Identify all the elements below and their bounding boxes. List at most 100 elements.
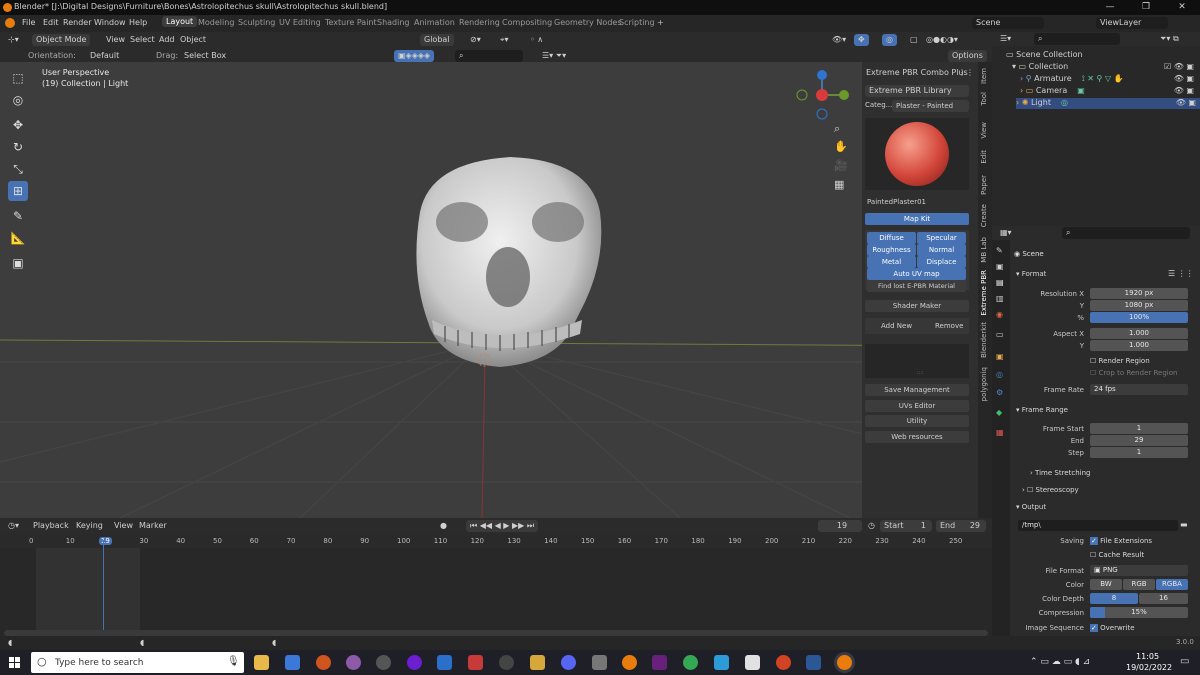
shader-maker-section[interactable]: Shader Maker bbox=[865, 300, 969, 312]
view-layer-tab-icon[interactable]: ▥ bbox=[996, 294, 1004, 303]
tab-texture-paint[interactable]: Texture Paint bbox=[325, 18, 377, 27]
blender-taskbar-icon-1[interactable] bbox=[622, 655, 637, 670]
search-field[interactable]: ⌕ bbox=[455, 50, 523, 62]
add-new-button[interactable]: Add New bbox=[881, 322, 912, 330]
app-icon-7[interactable] bbox=[468, 655, 483, 670]
frame-end-field[interactable]: 29 bbox=[1090, 435, 1188, 446]
scene-selector[interactable]: Scene bbox=[972, 17, 1044, 29]
world-tab-icon[interactable]: ▭ bbox=[996, 330, 1004, 339]
app-icon-8[interactable] bbox=[499, 655, 514, 670]
remove-button[interactable]: Remove bbox=[935, 322, 963, 330]
properties-search[interactable]: ⌕ bbox=[1062, 227, 1190, 239]
utility-section[interactable]: Utility bbox=[865, 415, 969, 427]
scene-collection-row[interactable]: ▭ Scene Collection bbox=[1006, 50, 1083, 59]
word-icon[interactable] bbox=[806, 655, 821, 670]
rotate-tool-icon[interactable]: ↻ bbox=[8, 137, 28, 157]
snap-icon[interactable]: ⌖▾ bbox=[500, 34, 509, 46]
menu-window[interactable]: Window bbox=[94, 18, 126, 27]
playback-controls-icon[interactable]: ⏮ ◀◀ ◀ ▶ ▶▶ ⏭ bbox=[466, 520, 539, 532]
data-tab-icon[interactable]: ◆ bbox=[996, 408, 1002, 417]
output-tab-icon[interactable]: ▤ bbox=[996, 278, 1004, 287]
res-x-field[interactable]: 1920 px bbox=[1090, 288, 1188, 299]
visibility-icon[interactable]: 👁▾ bbox=[832, 34, 846, 46]
menu-edit[interactable]: Edit bbox=[43, 18, 59, 27]
3d-viewport[interactable]: User Perspective (19) Collection | Light… bbox=[0, 62, 978, 518]
depth-16-option[interactable]: 16 bbox=[1139, 593, 1188, 604]
output-path-field[interactable]: /tmp\ bbox=[1018, 520, 1178, 531]
move-tool-icon[interactable]: ✥ bbox=[8, 115, 28, 135]
color-rgba-option[interactable]: RGBA bbox=[1156, 579, 1188, 590]
app-icon-9[interactable] bbox=[530, 655, 545, 670]
overlay-icon[interactable]: ◎ bbox=[882, 34, 897, 46]
object-tab-icon[interactable]: ▣ bbox=[996, 352, 1004, 361]
tab-shading[interactable]: Shading bbox=[377, 18, 410, 27]
cache-result-checkbox[interactable]: ☐ Cache Result bbox=[1090, 551, 1144, 559]
app-icon-4[interactable] bbox=[376, 655, 391, 670]
orientation-dropdown[interactable]: Default bbox=[90, 50, 119, 62]
navigation-gizmo[interactable] bbox=[796, 70, 849, 120]
map-roughness-button[interactable]: Roughness bbox=[867, 244, 916, 256]
color-bw-option[interactable]: BW bbox=[1090, 579, 1122, 590]
skull-model[interactable] bbox=[416, 157, 602, 367]
app-icon-2[interactable] bbox=[316, 655, 331, 670]
end-field[interactable]: End 29 bbox=[936, 520, 986, 532]
shading-modes-icon[interactable]: ◎●◐◑▾ bbox=[926, 34, 958, 46]
camera-eye-icon[interactable]: 👁 ▣ bbox=[1174, 86, 1194, 95]
options-dropdown[interactable]: Options bbox=[948, 50, 987, 62]
ortho-grid-icon[interactable]: ▦ bbox=[834, 178, 844, 191]
armature-eye-icon[interactable]: 👁 ▣ bbox=[1174, 74, 1194, 83]
menu-help[interactable]: Help bbox=[129, 18, 147, 27]
app-icon-6[interactable] bbox=[437, 655, 452, 670]
light-eye-icon[interactable]: 👁 ▣ bbox=[1176, 98, 1196, 107]
constraints-tab-icon[interactable]: ⚙ bbox=[996, 388, 1003, 397]
transform-orientation[interactable]: Global bbox=[420, 34, 454, 46]
tab-polygoniq[interactable]: polygoniq bbox=[980, 367, 988, 401]
tab-tool[interactable]: Tool bbox=[980, 92, 988, 106]
select-mode-icon[interactable]: ▣◈◈◈◈ bbox=[394, 50, 435, 62]
tab-modeling[interactable]: Modeling bbox=[198, 18, 234, 27]
tab-animation[interactable]: Animation bbox=[414, 18, 455, 27]
frame-rate-dropdown[interactable]: 24 fps bbox=[1090, 384, 1188, 395]
output-panel-header[interactable]: ▾ Output bbox=[1016, 503, 1046, 511]
tab-layout[interactable]: Layout bbox=[162, 16, 198, 27]
map-normal-button[interactable]: Normal bbox=[917, 244, 966, 256]
camera-view-icon[interactable]: 🎥 bbox=[834, 159, 848, 172]
format-panel-header[interactable]: ▾ Format bbox=[1016, 270, 1046, 278]
maximize-button[interactable]: ❐ bbox=[1128, 0, 1164, 15]
menu-object[interactable]: Object bbox=[180, 34, 206, 46]
menu-view[interactable]: View bbox=[106, 34, 125, 46]
annotate-tool-icon[interactable]: ✎ bbox=[8, 206, 28, 226]
tab-rendering[interactable]: Rendering bbox=[459, 18, 500, 27]
uvs-editor-section[interactable]: UVs Editor bbox=[865, 400, 969, 412]
time-stretching-panel-header[interactable]: › Time Stretching bbox=[1030, 469, 1090, 477]
timeline-editor-type-icon[interactable]: ◷▾ bbox=[8, 520, 19, 532]
menu-file[interactable]: File bbox=[22, 18, 35, 27]
tab-geometry-nodes[interactable]: Geometry Nodes bbox=[554, 18, 621, 27]
tab-extreme-pbr[interactable]: Extreme PBR bbox=[980, 270, 988, 316]
app-icon-11[interactable] bbox=[714, 655, 729, 670]
texture-tab-icon[interactable]: ▦ bbox=[996, 428, 1004, 437]
minimize-button[interactable]: — bbox=[1092, 0, 1128, 15]
tab-blenderkit[interactable]: Blenderkit bbox=[980, 322, 988, 358]
scale-tool-icon[interactable]: ⤡ bbox=[8, 159, 28, 179]
pan-hand-icon[interactable]: ✋ bbox=[834, 140, 848, 153]
visibility-eye-icon[interactable]: ☑ 👁 ▣ bbox=[1164, 62, 1194, 71]
add-cube-tool-icon[interactable]: ▣ bbox=[8, 253, 28, 273]
outliner-filter-icon[interactable]: ⏷▾ ⧉ bbox=[1160, 33, 1179, 45]
editor-type-icon[interactable]: ⊹▾ bbox=[8, 34, 19, 46]
aspect-y-field[interactable]: 1.000 bbox=[1090, 340, 1188, 351]
app-icon-1[interactable] bbox=[285, 655, 300, 670]
tab-item[interactable]: Item bbox=[980, 68, 988, 84]
filter-icon[interactable]: ☰▾ ⏷▾ bbox=[542, 50, 566, 62]
tab-scripting[interactable]: Scripting bbox=[619, 18, 655, 27]
chrome-icon[interactable] bbox=[683, 655, 698, 670]
folder-icon[interactable]: ▬ bbox=[1180, 520, 1188, 529]
microphone-icon[interactable]: 🎙 bbox=[227, 656, 240, 667]
properties-editor-icon[interactable]: ▦▾ bbox=[1000, 227, 1012, 239]
material-preview[interactable] bbox=[865, 118, 969, 190]
system-tray-icons[interactable]: ⌃ ▭ ☁ ▭ ◖ ⊿ bbox=[1030, 657, 1090, 667]
tab-view[interactable]: View bbox=[980, 122, 988, 139]
drag-dropdown[interactable]: Select Box bbox=[184, 50, 226, 62]
tab-create[interactable]: Create bbox=[980, 204, 988, 227]
blender-taskbar-icon-2[interactable] bbox=[837, 655, 852, 670]
